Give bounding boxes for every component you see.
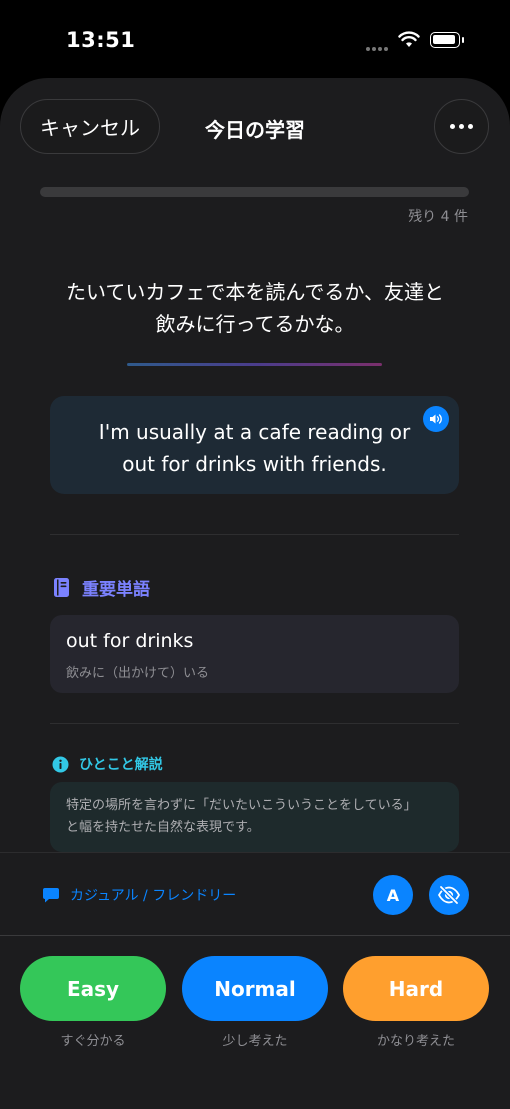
- book-icon: [54, 578, 69, 597]
- tone-bar: カジュアル / フレンドリー A: [0, 852, 510, 936]
- remaining-count: 残り 4 件: [408, 209, 468, 225]
- normal-caption: 少し考えた: [222, 1034, 288, 1049]
- vocab-term: out for drinks: [66, 630, 194, 652]
- font-toggle-label: A: [386, 885, 400, 905]
- battery-icon: [430, 32, 460, 48]
- easy-button[interactable]: Easy: [20, 956, 166, 1021]
- font-toggle-button[interactable]: A: [373, 875, 413, 915]
- note-heading-label: ひとこと解説: [79, 757, 163, 773]
- hard-button[interactable]: Hard: [343, 956, 489, 1021]
- study-sheet: キャンセル 今日の学習 残り 4 件 たいていカフェで本を読んでるか、友達と 飲…: [0, 78, 510, 1109]
- hide-answer-button[interactable]: [429, 875, 469, 915]
- section-divider: [50, 534, 459, 535]
- note-line: と幅を持たせた自然な表現です。: [66, 820, 260, 835]
- wifi-icon: [398, 31, 420, 47]
- tone-label-text: カジュアル / フレンドリー: [70, 888, 237, 904]
- answer-line: out for drinks with friends.: [122, 452, 387, 476]
- answer-text: I'm usually at a cafe reading or out for…: [50, 416, 459, 480]
- signal-icon: [366, 36, 392, 51]
- section-divider: [50, 723, 459, 724]
- vocab-heading: 重要単語: [52, 575, 150, 600]
- vocab-heading-label: 重要単語: [82, 580, 150, 600]
- vocab-meaning: 飲みに（出かけて）いる: [66, 666, 210, 681]
- info-icon: [52, 756, 69, 772]
- easy-caption: すぐ分かる: [60, 1034, 126, 1049]
- more-dot-icon: [459, 124, 464, 129]
- status-time: 13:51: [66, 28, 136, 52]
- more-dot-icon: [468, 124, 473, 129]
- battery-tip: [462, 37, 464, 43]
- prompt-text: たいていカフェで本を読んでるか、友達と 飲みに行ってるかな。: [40, 276, 470, 340]
- tone-label: カジュアル / フレンドリー: [42, 885, 236, 905]
- progress-bar: [40, 187, 469, 197]
- speaker-button[interactable]: [423, 406, 449, 432]
- speaker-icon: [430, 414, 442, 424]
- more-options-button[interactable]: [434, 99, 489, 154]
- eye-slash-icon: [437, 886, 461, 904]
- gradient-divider: [127, 363, 382, 366]
- answer-card: I'm usually at a cafe reading or out for…: [50, 396, 459, 494]
- prompt-line: たいていカフェで本を読んでるか、友達と: [66, 280, 444, 304]
- vocab-card: out for drinks 飲みに（出かけて）いる: [50, 615, 459, 693]
- note-line: 特定の場所を言わずに「だいたいこういうことをしている」: [66, 798, 417, 813]
- note-card: 特定の場所を言わずに「だいたいこういうことをしている」 と幅を持たせた自然な表現…: [50, 782, 459, 852]
- prompt-line: 飲みに行ってるかな。: [155, 312, 355, 336]
- chat-bubble-icon: [43, 887, 59, 902]
- note-text: 特定の場所を言わずに「だいたいこういうことをしている」 と幅を持たせた自然な表現…: [66, 795, 451, 839]
- answer-line: I'm usually at a cafe reading or: [98, 420, 411, 444]
- status-bar: 13:51: [0, 0, 510, 80]
- rating-footer: Easy すぐ分かる Normal 少し考えた Hard かなり考えた: [0, 935, 510, 1109]
- normal-button[interactable]: Normal: [182, 956, 328, 1021]
- note-heading: ひとこと解説: [52, 754, 163, 774]
- hard-caption: かなり考えた: [376, 1034, 455, 1049]
- more-dot-icon: [450, 124, 455, 129]
